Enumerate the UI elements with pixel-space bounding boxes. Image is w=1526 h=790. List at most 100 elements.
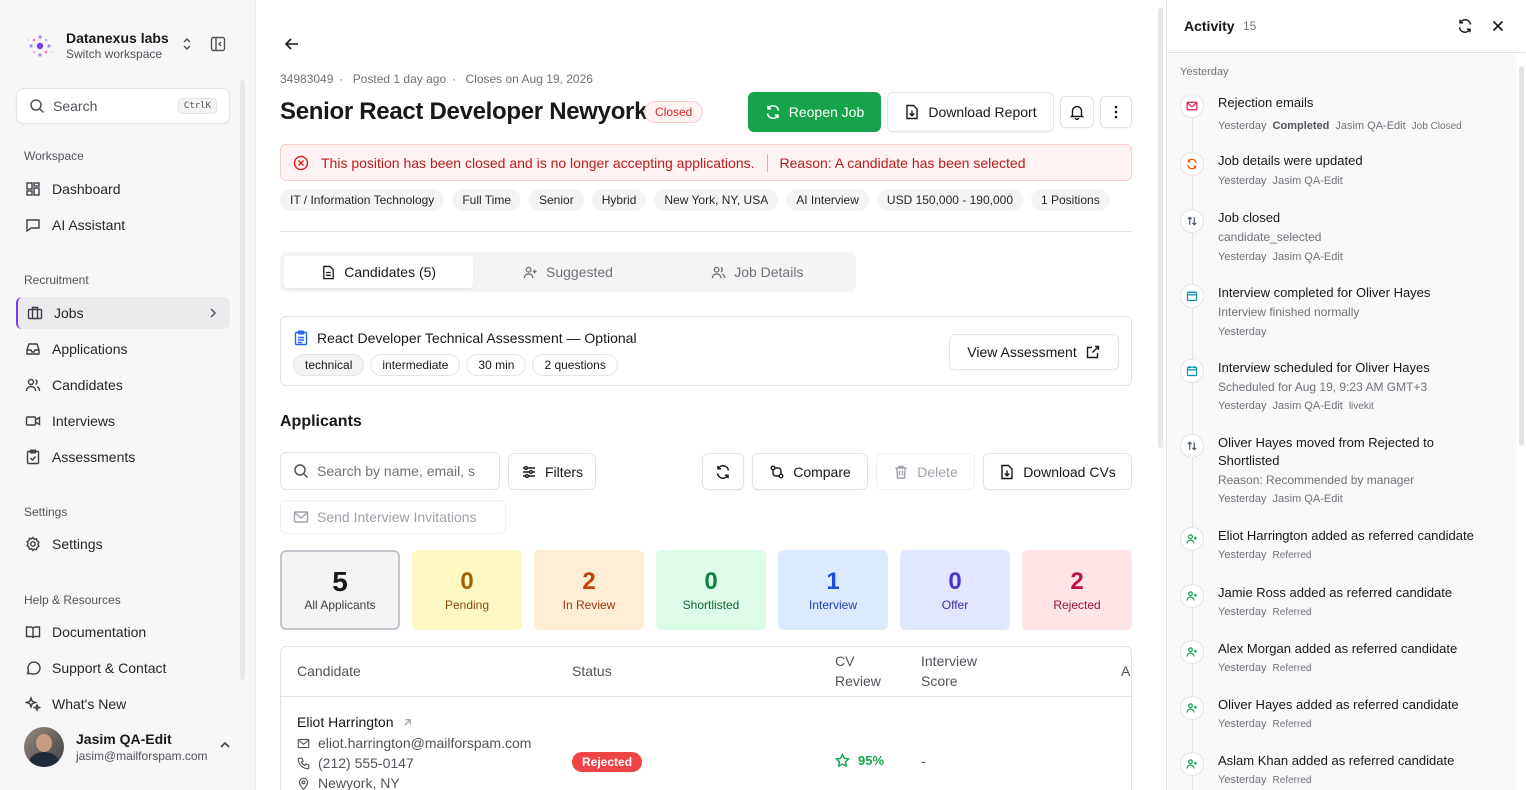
sparkles-icon: [24, 695, 42, 713]
stat-pending[interactable]: 0 Pending: [412, 550, 522, 630]
candidate-name[interactable]: Eliot Harrington: [297, 714, 413, 730]
th-candidate: Candidate: [297, 663, 361, 679]
stat-shortlisted[interactable]: 0 Shortlisted: [656, 550, 766, 630]
divider: [280, 231, 1132, 232]
stat-count: 1: [826, 568, 840, 595]
meta-tag: livekit: [1348, 400, 1374, 412]
th-actions: Ac: [1121, 663, 1131, 679]
close-icon[interactable]: [1490, 18, 1506, 34]
job-tag: 1 Positions: [1031, 189, 1110, 211]
activity-title: Oliver Hayes moved from Rejected to Shor…: [1218, 435, 1435, 468]
filters-label: Filters: [544, 463, 584, 480]
stat-all[interactable]: 5 All Applicants: [280, 550, 400, 630]
sidebar-item-whats-new[interactable]: What's New: [16, 688, 230, 720]
sidebar-item-support[interactable]: Support & Contact: [16, 652, 230, 684]
sidebar-item-ai-assistant[interactable]: AI Assistant: [16, 209, 230, 241]
applicant-search-input[interactable]: Search by name, email, s: [280, 452, 500, 490]
more-options-button[interactable]: [1100, 96, 1132, 128]
tab-label: Candidates (5): [344, 264, 437, 280]
job-tags: IT / Information Technology Full Time Se…: [280, 189, 1110, 211]
sidebar-item-settings[interactable]: Settings: [16, 528, 230, 560]
view-assessment-button[interactable]: View Assessment: [949, 334, 1119, 370]
reopen-job-button[interactable]: Reopen Job: [748, 92, 881, 132]
meta-tag: Job Closed: [1411, 120, 1462, 132]
mail-icon: [293, 509, 309, 525]
sidebar-item-jobs[interactable]: Jobs: [16, 297, 230, 329]
user-email: jasim@mailforspam.com: [76, 748, 208, 763]
x-circle-icon: [293, 155, 309, 171]
compare-button[interactable]: Compare: [752, 453, 868, 490]
stat-offer[interactable]: 0 Offer: [900, 550, 1010, 630]
stat-rejected[interactable]: 2 Rejected: [1022, 550, 1132, 630]
delete-button[interactable]: Delete: [876, 453, 975, 490]
workspace-switcher[interactable]: Datanexus labs Switch workspace: [24, 26, 234, 66]
workspace-subtitle: Switch workspace: [66, 47, 163, 61]
inbox-icon: [24, 340, 42, 358]
sidebar-item-interviews[interactable]: Interviews: [16, 405, 230, 437]
job-id: 34983049: [280, 72, 334, 86]
back-arrow-icon[interactable]: [284, 36, 300, 52]
user-plus-icon: [1180, 584, 1204, 608]
sidebar-item-label: Settings: [52, 536, 103, 552]
book-open-icon: [24, 623, 42, 641]
meta-time: Yesterday: [1218, 120, 1267, 132]
chevron-right-icon: [206, 305, 220, 321]
sidebar-item-label: Interviews: [52, 413, 116, 429]
notifications-button[interactable]: [1060, 96, 1094, 128]
user-name: Jasim QA-Edit: [76, 730, 172, 747]
sidebar-item-applications[interactable]: Applications: [16, 333, 230, 365]
search-icon: [29, 98, 45, 114]
download-cvs-button[interactable]: Download CVs: [983, 453, 1132, 490]
sidebar-item-dashboard[interactable]: Dashboard: [16, 173, 230, 205]
stat-in-review[interactable]: 2 In Review: [534, 550, 644, 630]
chevron-up-icon: [218, 738, 232, 752]
sidebar-item-documentation[interactable]: Documentation: [16, 616, 230, 648]
meta-tag: Referred: [1272, 662, 1312, 674]
refresh-icon[interactable]: [1457, 18, 1473, 34]
clipboard-icon: [293, 330, 309, 346]
sidebar-item-assessments[interactable]: Assessments: [16, 441, 230, 473]
sidebar-scrollbar[interactable]: [240, 80, 245, 680]
workspace-logo-icon: [24, 30, 56, 62]
arrow-up-right-icon: [402, 717, 413, 728]
search-button[interactable]: Search CtrlK: [16, 88, 230, 124]
stat-interview[interactable]: 1 Interview: [778, 550, 888, 630]
assessment-name: React Developer Technical Assessment — O…: [317, 330, 637, 346]
sidebar-item-label: Documentation: [52, 624, 147, 640]
download-report-button[interactable]: Download Report: [887, 92, 1054, 132]
job-tag: Hybrid: [591, 189, 647, 211]
refresh-button[interactable]: [702, 453, 744, 490]
tab-candidates[interactable]: Candidates (5): [284, 256, 474, 288]
stat-label: Offer: [941, 598, 969, 612]
download-report-label: Download Report: [928, 104, 1037, 120]
map-pin-icon: [297, 777, 310, 790]
activity-title: Eliot Harrington added as referred candi…: [1218, 528, 1474, 543]
collapse-sidebar-icon[interactable]: [210, 36, 226, 52]
main-scrollbar[interactable]: [1156, 0, 1166, 790]
meta-time: Yesterday: [1218, 549, 1267, 561]
filters-button[interactable]: Filters: [508, 453, 596, 490]
meta-user: Jasim QA-Edit: [1272, 251, 1343, 263]
candidate-location-text: Newyork, NY: [318, 775, 400, 790]
job-tag: AI Interview: [786, 189, 869, 211]
activity-title: Aslam Khan added as referred candidate: [1218, 753, 1455, 768]
tab-label: Job Details: [734, 264, 804, 280]
meta-time: Yesterday: [1218, 493, 1267, 505]
job-tag: USD 150,000 - 190,000: [876, 189, 1023, 211]
tab-suggested[interactable]: Suggested: [473, 256, 662, 288]
user-plus-icon: [523, 265, 538, 280]
stat-label: In Review: [562, 598, 616, 612]
activity-sub: candidate_selected: [1218, 230, 1322, 244]
activity-meta: Yesterday Completed Jasim QA-Edit Job Cl…: [1218, 120, 1462, 132]
user-menu[interactable]: Jasim QA-Edit jasim@mailforspam.com: [24, 724, 238, 770]
th-score: Score: [921, 673, 958, 689]
trash-icon: [893, 464, 909, 480]
th-status: Status: [572, 663, 612, 679]
activity-scrollbar[interactable]: [1516, 54, 1526, 790]
chat-icon: [24, 216, 42, 234]
send-invitations-button[interactable]: Send Interview Invitations: [280, 500, 506, 534]
activity-meta: Yesterday: [1218, 326, 1267, 338]
sidebar-item-candidates[interactable]: Candidates: [16, 369, 230, 401]
search-label: Search: [53, 98, 98, 114]
tab-job-details[interactable]: Job Details: [663, 256, 852, 288]
